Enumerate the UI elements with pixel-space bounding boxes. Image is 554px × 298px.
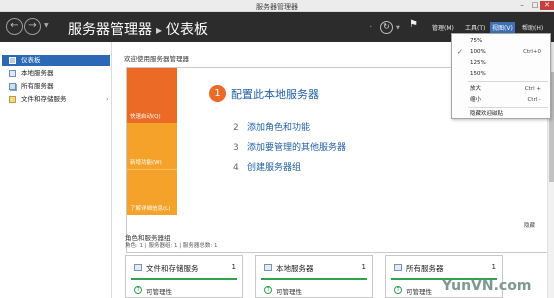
sidebar-item-all-servers[interactable]: 所有服务器 (2, 81, 110, 92)
menu-item-label: 75% (470, 38, 483, 44)
card-title: 本地服务器 (276, 264, 314, 273)
welcome-title: 欢迎使用服务器管理器 (124, 55, 189, 63)
menu-view[interactable]: 视图(V) (490, 22, 515, 33)
server-icon (9, 70, 16, 77)
roles-summary: 角色: 1 | 服务器组: 1 | 服务器总数: 1 (125, 243, 218, 249)
zoom-125-item[interactable]: 125% (452, 58, 550, 68)
card-status[interactable]: 可管理性 (406, 286, 432, 296)
menu-item-label: 隐藏欢迎磁贴 (470, 111, 504, 117)
view-menu-dropdown: 75% ✓ 100% Ctrl+0 125% 150% 放大 Ctrl + 缩小… (451, 33, 551, 119)
breadcrumb: 服务器管理器 ▸ 仪表板 (68, 19, 208, 39)
step-configure-local-server[interactable]: 1 配置此本地服务器 (209, 85, 319, 102)
sidebar-item-label: 所有服务器 (21, 82, 54, 90)
card-count: 1 (361, 263, 366, 271)
step-number: 4 (233, 163, 239, 173)
sidebar: 仪表板 本地服务器 所有服务器 文件和存储服务 › (0, 42, 112, 298)
refresh-dropdown-icon[interactable]: ▼ (396, 25, 400, 31)
step-add-roles[interactable]: 2 添加角色和功能 (233, 120, 310, 133)
menu-help[interactable]: 帮助(H) (522, 23, 543, 32)
tile-whats-new[interactable]: 新增功能(W) (127, 123, 177, 169)
tile-label: 了解详细信息(L) (130, 206, 171, 212)
refresh-icon[interactable]: ↻ (380, 21, 393, 34)
breadcrumb-page: 仪表板 (166, 22, 209, 38)
status-bar (131, 278, 237, 280)
window-title: 服务器管理器 (256, 3, 298, 11)
forward-button[interactable]: → (24, 18, 41, 35)
chevron-right-icon[interactable]: › (106, 94, 108, 105)
tile-label: 快速启动(Q) (130, 114, 161, 120)
back-button[interactable]: ← (6, 18, 23, 35)
close-button[interactable]: ✕ (540, 1, 554, 10)
servers-icon (394, 264, 402, 271)
tile-learn-more[interactable]: 了解详细信息(L) (127, 169, 177, 215)
menu-separator (468, 107, 548, 108)
file-storage-icon (134, 264, 142, 271)
role-card-file-storage[interactable]: 文件和存储服务 1 ↑ 可管理性 (125, 255, 243, 298)
zoom-75-item[interactable]: 75% (452, 36, 550, 46)
step-link[interactable]: 配置此本地服务器 (231, 86, 319, 102)
servers-icon (9, 83, 16, 90)
card-title: 所有服务器 (406, 264, 444, 273)
menu-item-shortcut: Ctrl+0 (523, 49, 541, 55)
step-link[interactable]: 添加要管理的其他服务器 (247, 140, 346, 153)
status-up-icon: ↑ (134, 286, 142, 294)
card-status[interactable]: 可管理性 (146, 286, 172, 296)
notifications-flag-icon[interactable]: ⚑ (409, 19, 418, 30)
card-count: 1 (231, 263, 236, 271)
menu-item-label: 100% (470, 49, 486, 55)
sidebar-item-label: 仪表板 (21, 56, 41, 64)
menu-item-label: 150% (470, 71, 486, 77)
tile-label: 新增功能(W) (130, 160, 162, 166)
step-link[interactable]: 创建服务器组 (247, 160, 301, 173)
sidebar-item-label: 本地服务器 (21, 69, 54, 77)
dashboard-icon (9, 57, 16, 64)
status-up-icon: ↑ (394, 286, 402, 294)
role-card-local-server[interactable]: 本地服务器 1 ↑ 可管理性 (255, 255, 373, 298)
history-dropdown-icon[interactable]: ▼ (44, 22, 49, 29)
zoom-150-item[interactable]: 150% (452, 69, 550, 79)
menu-item-shortcut: Ctrl + (524, 86, 541, 92)
breadcrumb-app: 服务器管理器 (68, 22, 152, 38)
menu-item-label: 缩小 (470, 97, 482, 103)
zoom-100-item[interactable]: ✓ 100% Ctrl+0 (452, 47, 550, 57)
card-status[interactable]: 可管理性 (276, 286, 302, 296)
header-divider: · (369, 20, 373, 33)
tile-quick-start[interactable]: 快速启动(Q) (127, 68, 177, 123)
sidebar-item-label: 文件和存储服务 (21, 95, 67, 103)
menu-item-label: 放大 (470, 86, 482, 92)
hide-welcome-tile-item[interactable]: 隐藏欢迎磁贴 (452, 109, 550, 119)
step-link[interactable]: 添加角色和功能 (247, 120, 310, 133)
minimize-button[interactable]: – (515, 1, 529, 10)
menu-item-shortcut: Ctrl - (527, 97, 541, 103)
menu-separator (468, 81, 548, 82)
breadcrumb-separator: ▸ (156, 23, 163, 37)
zoom-in-item[interactable]: 放大 Ctrl + (452, 84, 550, 94)
hide-welcome-link[interactable]: 隐藏 (524, 221, 535, 229)
step-number-badge: 1 (209, 85, 226, 102)
menu-manage[interactable]: 管理(M) (432, 23, 454, 32)
sidebar-item-dashboard[interactable]: 仪表板 (2, 55, 110, 66)
folder-icon (9, 96, 16, 103)
sidebar-item-file-storage[interactable]: 文件和存储服务 › (2, 94, 110, 105)
watermark: YunVN.com (442, 278, 532, 294)
status-up-icon: ↑ (264, 286, 272, 294)
checkmark-icon: ✓ (457, 48, 463, 56)
step-create-group[interactable]: 4 创建服务器组 (233, 160, 301, 173)
card-title: 文件和存储服务 (146, 264, 199, 273)
sidebar-item-local-server[interactable]: 本地服务器 (2, 68, 110, 79)
server-icon (264, 264, 272, 271)
menu-tools[interactable]: 工具(T) (465, 23, 485, 32)
status-bar (261, 278, 367, 280)
step-add-servers[interactable]: 3 添加要管理的其他服务器 (233, 140, 346, 153)
step-number: 2 (233, 123, 239, 133)
step-number: 3 (233, 143, 239, 153)
zoom-out-item[interactable]: 缩小 Ctrl - (452, 95, 550, 105)
card-count: 1 (491, 263, 496, 271)
title-bar: 服务器管理器 – □ ✕ (0, 0, 554, 12)
menu-item-label: 125% (470, 60, 486, 66)
